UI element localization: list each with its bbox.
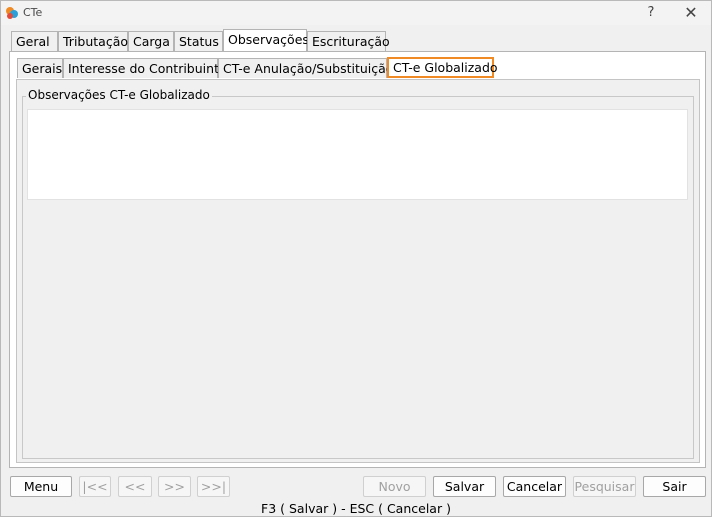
first-record-button[interactable]: |<< xyxy=(79,476,111,497)
title-bar[interactable]: CTe ? ✕ xyxy=(1,1,711,25)
window-title: CTe xyxy=(23,6,43,19)
shortcut-status-bar: F3 ( Salvar ) - ESC ( Cancelar ) xyxy=(261,501,451,516)
subtab-gerais[interactable]: Gerais xyxy=(17,58,63,78)
help-button[interactable]: ? xyxy=(633,3,669,23)
observacoes-textarea[interactable] xyxy=(27,109,688,200)
tab-carga[interactable]: Carga xyxy=(128,31,174,51)
novo-button[interactable]: Novo xyxy=(363,476,426,497)
sair-button[interactable]: Sair xyxy=(643,476,706,497)
app-logo-icon xyxy=(6,7,18,19)
subtab-cte-globalizado[interactable]: CT-e Globalizado xyxy=(387,57,498,78)
next-record-button[interactable]: >> xyxy=(158,476,191,497)
tab-geral[interactable]: Geral xyxy=(11,31,58,51)
previous-record-button[interactable]: << xyxy=(118,476,152,497)
close-button[interactable]: ✕ xyxy=(673,3,709,23)
pesquisar-button[interactable]: Pesquisar xyxy=(573,476,636,497)
last-record-button[interactable]: >>| xyxy=(197,476,230,497)
tab-status[interactable]: Status xyxy=(174,31,223,51)
salvar-button[interactable]: Salvar xyxy=(433,476,496,497)
tab-tributacao[interactable]: Tributação xyxy=(58,31,128,51)
tab-observacoes[interactable]: Observações xyxy=(223,29,309,51)
menu-button[interactable]: Menu xyxy=(10,476,72,497)
subtab-interesse-contribuinte[interactable]: Interesse do Contribuinte xyxy=(63,58,227,78)
subtab-cte-anulacao-substituicao[interactable]: CT-e Anulação/Substituição xyxy=(218,58,393,78)
cte-window: CTe ? ✕ Geral Tributação Carga Status Ob… xyxy=(0,0,712,517)
tab-escrituracao[interactable]: Escrituração xyxy=(307,31,390,51)
groupbox-title: Observações CT-e Globalizado xyxy=(26,88,212,102)
cancelar-button[interactable]: Cancelar xyxy=(503,476,566,497)
